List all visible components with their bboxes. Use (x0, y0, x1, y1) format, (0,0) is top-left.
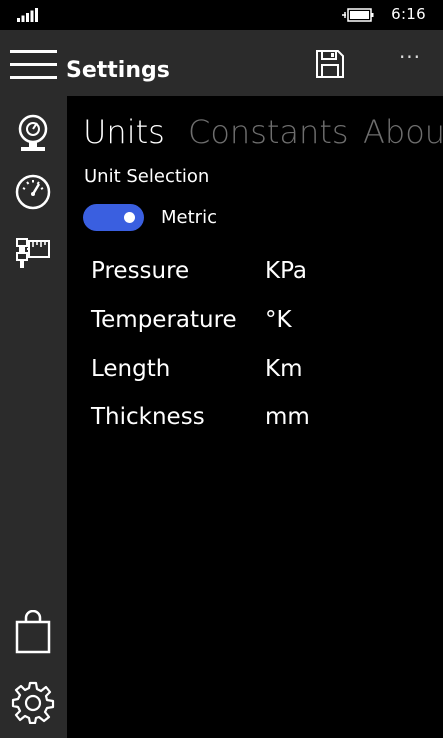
speedometer-icon[interactable] (13, 172, 53, 212)
pressure-gauge-icon[interactable] (13, 113, 53, 153)
length-label: Length (91, 356, 171, 382)
thickness-unit-value: mm (265, 404, 310, 430)
tab-units[interactable]: Units (83, 113, 165, 151)
hamburger-line-top (10, 50, 57, 53)
gear-icon[interactable] (11, 680, 55, 724)
status-time: 6:16 (391, 5, 426, 23)
length-unit-value: Km (265, 356, 303, 382)
more-options-button[interactable]: ··· (393, 45, 427, 75)
unit-selection-label: Unit Selection (84, 166, 210, 187)
thickness-label: Thickness (91, 404, 205, 430)
tab-constants[interactable]: Constants (188, 113, 349, 151)
pipe-ruler-icon[interactable] (13, 233, 53, 273)
hamburger-line-middle (10, 63, 57, 66)
save-icon[interactable] (312, 48, 346, 80)
pressure-unit-value: KPa (265, 258, 308, 284)
metric-toggle-switch[interactable] (83, 204, 144, 231)
temperature-label: Temperature (91, 307, 237, 333)
pressure-label: Pressure (91, 258, 190, 284)
tab-about[interactable]: About (363, 113, 443, 151)
temperature-unit-value: °K (265, 307, 292, 333)
status-bar: 6:16 (0, 0, 443, 30)
battery-charging-icon (342, 8, 374, 22)
toggle-knob (124, 212, 135, 223)
hamburger-menu-button[interactable] (10, 50, 58, 84)
hamburger-line-bottom (10, 76, 57, 79)
metric-toggle-label: Metric (161, 207, 217, 228)
page-title: Settings (66, 58, 170, 83)
signal-strength-icon (17, 8, 38, 22)
shopping-bag-icon[interactable] (13, 610, 53, 654)
